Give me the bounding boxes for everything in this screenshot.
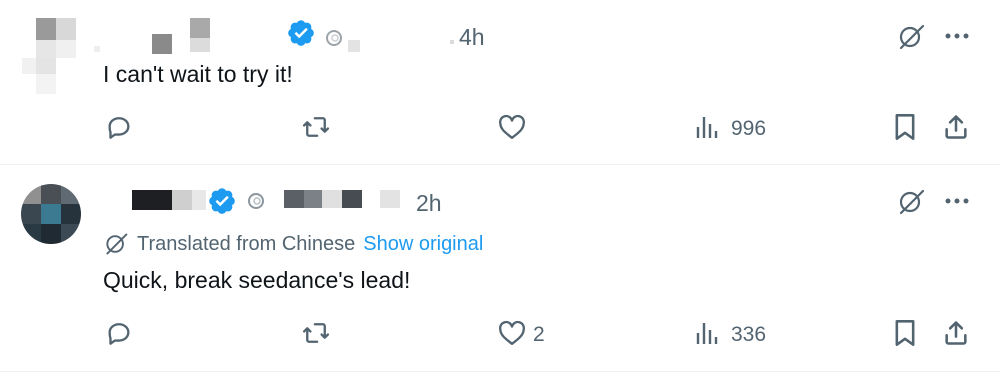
tweet-timestamp[interactable]: 2h [416,190,442,217]
views-icon [696,323,718,344]
share-button[interactable] [941,318,971,348]
like-button[interactable] [497,112,527,142]
tweet-2[interactable]: 2h Translated from Chinese Show original… [0,165,1000,372]
handle-redacted [348,40,360,52]
views-button[interactable] [694,113,720,141]
more-icon[interactable] [942,24,972,48]
avatar[interactable] [22,18,82,96]
verified-badge-icon [209,188,235,214]
at-icon [326,30,342,46]
views-icon [696,117,718,138]
reply-icon [108,323,130,345]
translate-icon [106,233,128,255]
show-original-link[interactable]: Show original [363,233,483,256]
grok-icon[interactable] [894,22,928,52]
tweet-timestamp[interactable]: 4h [459,24,485,51]
more-icon[interactable] [942,189,972,213]
views-button[interactable] [694,319,720,347]
reply-button[interactable] [104,318,134,348]
avatar[interactable] [21,184,81,244]
bookmark-button[interactable] [891,318,919,348]
bookmark-button[interactable] [891,112,919,142]
like-icon [499,114,525,140]
translation-note: Translated from Chinese [137,232,356,255]
grok-icon[interactable] [894,187,928,217]
like-icon [499,320,525,346]
share-icon [945,115,967,139]
reply-icon [108,117,130,139]
translation-bar: Translated from Chinese Show original [103,231,483,257]
views-count[interactable]: 336 [731,323,766,347]
tweet-text: I can't wait to try it! [103,61,293,87]
at-icon [248,193,264,209]
bookmark-icon [895,320,915,346]
repost-button[interactable] [300,112,332,142]
repost-icon [302,117,330,137]
share-icon [945,321,967,345]
tweet-1[interactable]: 4h I can't wait to try it! 996 [0,0,1000,165]
verified-badge-icon [288,20,314,46]
tweet-text: Quick, break seedance's lead! [103,267,411,293]
repost-icon [302,323,330,343]
repost-button[interactable] [300,318,332,348]
reply-button[interactable] [104,112,134,142]
bookmark-icon [895,114,915,140]
verified-badge-icon [207,351,237,381]
share-button[interactable] [941,112,971,142]
like-button[interactable] [497,318,527,348]
views-count[interactable]: 996 [731,117,766,141]
like-count[interactable]: 2 [533,323,545,347]
